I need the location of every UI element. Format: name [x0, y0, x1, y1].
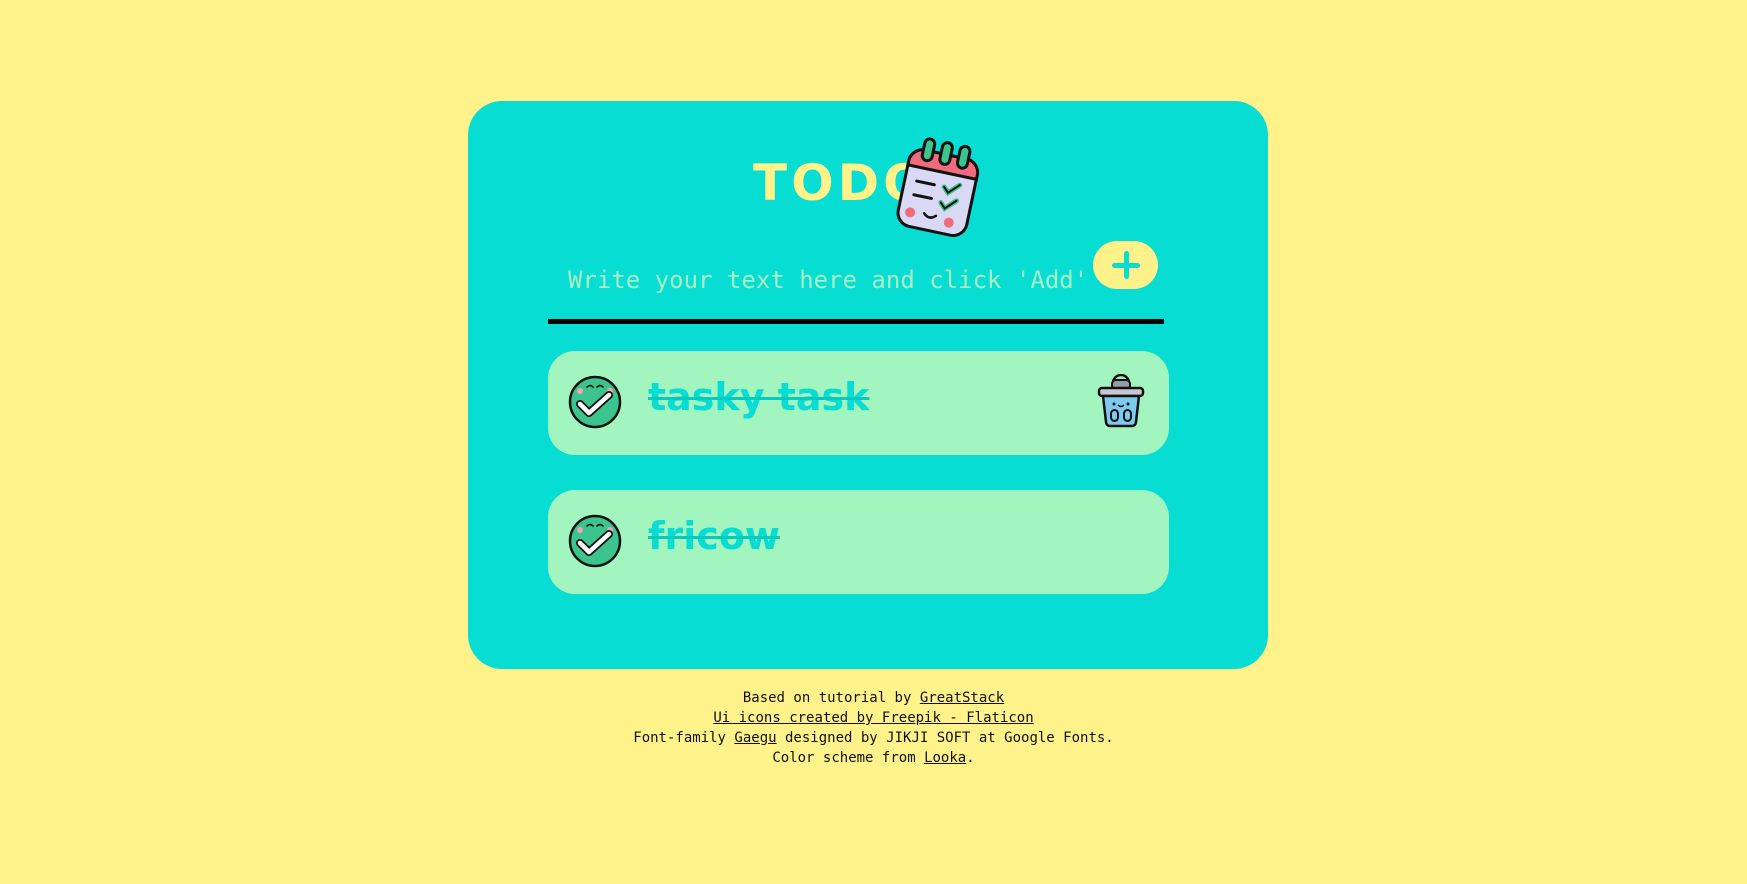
trash-basket-icon[interactable] — [1096, 374, 1146, 428]
looka-link[interactable]: Looka — [924, 750, 966, 766]
footer-credit-icons: Ui icons created by Freepik - Flaticon — [0, 708, 1747, 728]
plus-icon — [1111, 251, 1140, 279]
flaticon-link[interactable]: Ui icons created by Freepik - Flaticon — [713, 710, 1033, 726]
add-button[interactable] — [1093, 241, 1158, 289]
task-label: tasky task — [648, 375, 870, 419]
footer-credit-font: Font-family Gaegu designed by JIKJI SOFT… — [0, 728, 1747, 748]
footer-text: Color scheme from — [772, 750, 925, 766]
greatstack-link[interactable]: GreatStack — [920, 690, 1004, 706]
checked-circle-icon[interactable] — [568, 375, 622, 429]
footer-text: . — [966, 750, 975, 766]
header: TODO — [468, 136, 1268, 246]
task-item[interactable]: tasky task — [548, 351, 1169, 455]
new-task-row — [548, 241, 1164, 324]
task-item[interactable]: fricow — [548, 490, 1169, 594]
footer: Based on tutorial by GreatStack Ui icons… — [0, 688, 1747, 768]
footer-text: Font-family — [633, 730, 735, 746]
footer-text: designed by JIKJI SOFT at Google Fonts. — [776, 730, 1114, 746]
footer-credit-colors: Color scheme from Looka. — [0, 748, 1747, 768]
calendar-checklist-icon — [896, 137, 980, 237]
checked-circle-icon[interactable] — [568, 514, 622, 568]
gaegu-link[interactable]: Gaegu — [734, 730, 776, 746]
footer-credit-tutorial: Based on tutorial by GreatStack — [0, 688, 1747, 708]
todo-card: TODO Write your text here and click 'Add… — [468, 101, 1268, 669]
task-label: fricow — [648, 514, 781, 558]
footer-text: Based on tutorial by — [742, 690, 920, 706]
new-task-input[interactable] — [548, 241, 1088, 319]
